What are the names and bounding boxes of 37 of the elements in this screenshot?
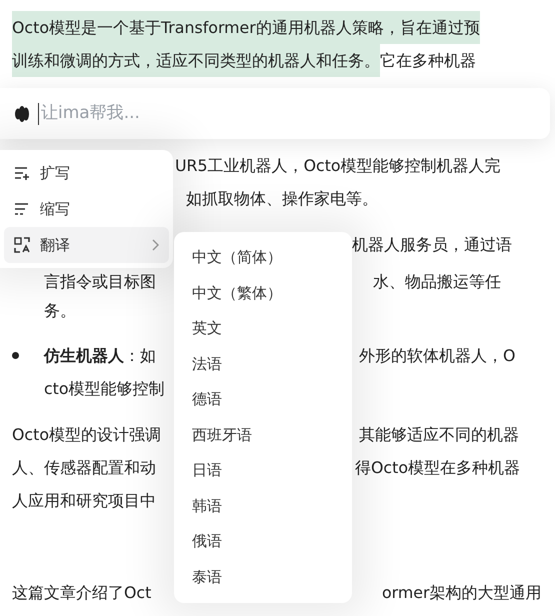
menu-item[interactable]: 日语 (174, 453, 352, 488)
menu-item[interactable]: 缩写 (4, 191, 169, 227)
menu-item[interactable]: 中文（繁体） (174, 276, 352, 311)
text-line: cto模型能够控制 (44, 378, 165, 400)
menu-item[interactable]: 扩写 (4, 155, 169, 191)
blob-icon (14, 104, 30, 122)
text-line: 它在多种机器 (380, 50, 476, 72)
text-line: 仿生机器人：如 (44, 345, 156, 367)
text-line: 言指令或目标图 (44, 271, 156, 293)
text-line: UR5工业机器人，Octo模型能够控制机器人完 (175, 155, 501, 177)
menu-item[interactable]: 法语 (174, 346, 352, 382)
menu-item[interactable]: 西班牙语 (174, 418, 352, 453)
text-line: 人应用和研究项目中 (12, 490, 156, 512)
text-line: 人、传感器配置和动 (12, 457, 156, 479)
translate-icon (14, 237, 30, 253)
menu-item[interactable]: 韩语 (174, 488, 352, 524)
lines-plus-icon (14, 166, 30, 180)
menu-item[interactable]: 中文（简体） (174, 240, 352, 276)
menu-item[interactable]: 泰语 (174, 560, 352, 595)
lines-icon (14, 202, 30, 216)
text-line: 水、物品搬运等任 (373, 271, 501, 293)
text-line: 得Octo模型在多种机器 (355, 457, 520, 479)
text-line: 其能够适应不同的机器 (359, 424, 519, 446)
text-line: 这篇文章介绍了Oct (12, 582, 152, 604)
text-line: 务。 (44, 300, 76, 322)
text-line: Octo模型的设计强调 (12, 424, 161, 446)
text-line: 机器人服务员，通过语 (352, 234, 512, 256)
text-line: 如抓取物体、操作家电等。 (186, 188, 378, 210)
menu-item[interactable]: 德语 (174, 382, 352, 418)
menu-item[interactable]: 英文 (174, 311, 352, 346)
prompt-input[interactable]: 让ima帮我... (38, 102, 550, 124)
highlighted-text: Octo模型是一个基于Transformer的通用机器人策略，旨在通过预 (12, 11, 480, 44)
text-line: ormer架构的大型通用 (382, 582, 542, 604)
text-line: 外形的软体机器人，O (359, 345, 516, 367)
menu-item[interactable]: 翻译 (4, 227, 169, 263)
menu-item[interactable]: 俄语 (174, 524, 352, 560)
highlighted-text: 训练和微调的方式，适应不同类型的机器人和任务。 (12, 44, 380, 77)
